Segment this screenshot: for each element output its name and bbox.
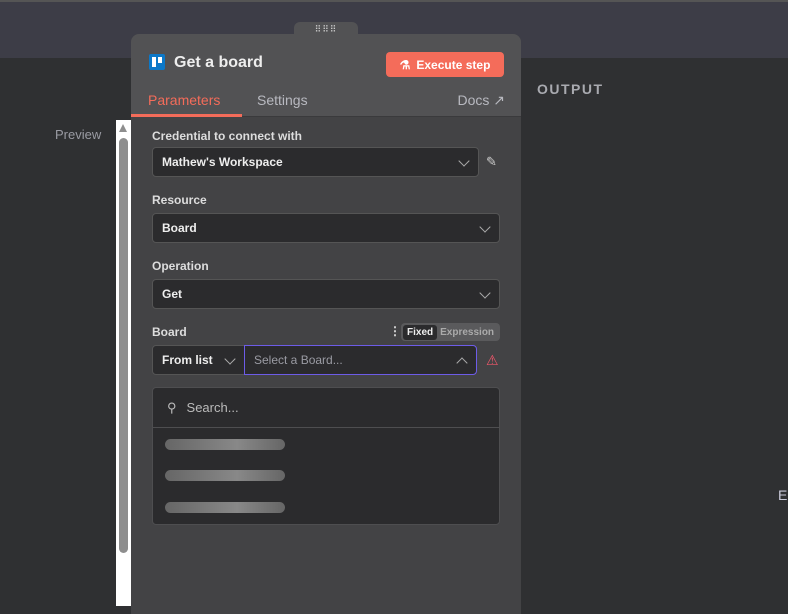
tab-settings[interactable]: Settings — [257, 92, 308, 108]
scrollbar-thumb[interactable] — [119, 138, 128, 553]
panel-header: Get a board ⚗ Execute step Parameters Set… — [131, 34, 521, 117]
scroll-up-icon[interactable] — [119, 124, 127, 132]
search-input[interactable]: Search... — [187, 400, 239, 415]
chevron-down-icon — [479, 287, 491, 299]
toggle-fixed[interactable]: Fixed — [403, 324, 438, 340]
scrollbar[interactable] — [116, 120, 131, 606]
loading-skeleton — [165, 470, 285, 481]
chevron-down-icon — [224, 353, 236, 365]
operation-select[interactable]: Get — [152, 279, 500, 309]
board-select-input[interactable]: Select a Board... — [244, 345, 477, 375]
tab-parameters[interactable]: Parameters — [148, 92, 220, 108]
edit-credential-icon[interactable]: ✎ — [486, 154, 497, 170]
loading-skeleton — [165, 502, 285, 513]
credential-label: Credential to connect with — [152, 129, 303, 143]
node-title: Get a board — [174, 54, 263, 71]
credential-value: Mathew's Workspace — [162, 155, 283, 169]
docs-label: Docs — [457, 92, 490, 108]
search-icon: ⚲ — [167, 399, 177, 415]
output-heading: OUTPUT — [537, 81, 604, 97]
operation-value: Get — [162, 287, 183, 301]
chevron-down-icon — [479, 221, 491, 233]
board-dropdown: ⚲ Search... — [152, 387, 500, 525]
more-options-icon[interactable]: ⋮ — [389, 324, 401, 338]
board-mode-value: From list — [162, 353, 213, 367]
trello-logo-icon — [149, 54, 165, 70]
dropdown-search[interactable]: ⚲ Search... — [153, 388, 499, 428]
preview-label: Preview — [55, 127, 102, 142]
chevron-up-icon — [456, 357, 468, 369]
resource-value: Board — [162, 221, 197, 235]
node-panel: Get a board ⚗ Execute step Parameters Set… — [131, 34, 521, 614]
external-link-icon: ↗ — [493, 92, 505, 108]
active-tab-indicator — [131, 114, 242, 117]
board-label: Board — [152, 325, 187, 339]
execute-step-label: Execute step — [416, 57, 491, 72]
operation-label: Operation — [152, 259, 209, 273]
credential-select[interactable]: Mathew's Workspace — [152, 147, 479, 177]
warning-icon: ⚠ — [486, 352, 499, 368]
flask-icon: ⚗ — [399, 57, 411, 72]
board-mode-select[interactable]: From list — [152, 345, 245, 375]
board-placeholder: Select a Board... — [254, 353, 343, 367]
edge-text: E — [778, 487, 788, 503]
resource-label: Resource — [152, 193, 207, 207]
toggle-expression[interactable]: Expression — [437, 325, 497, 340]
fixed-expression-toggle[interactable]: Fixed Expression — [401, 323, 500, 341]
loading-skeleton — [165, 439, 285, 450]
resource-select[interactable]: Board — [152, 213, 500, 243]
chevron-down-icon — [458, 155, 470, 167]
docs-link[interactable]: Docs ↗ — [457, 92, 505, 109]
execute-step-button[interactable]: ⚗ Execute step — [386, 52, 504, 77]
